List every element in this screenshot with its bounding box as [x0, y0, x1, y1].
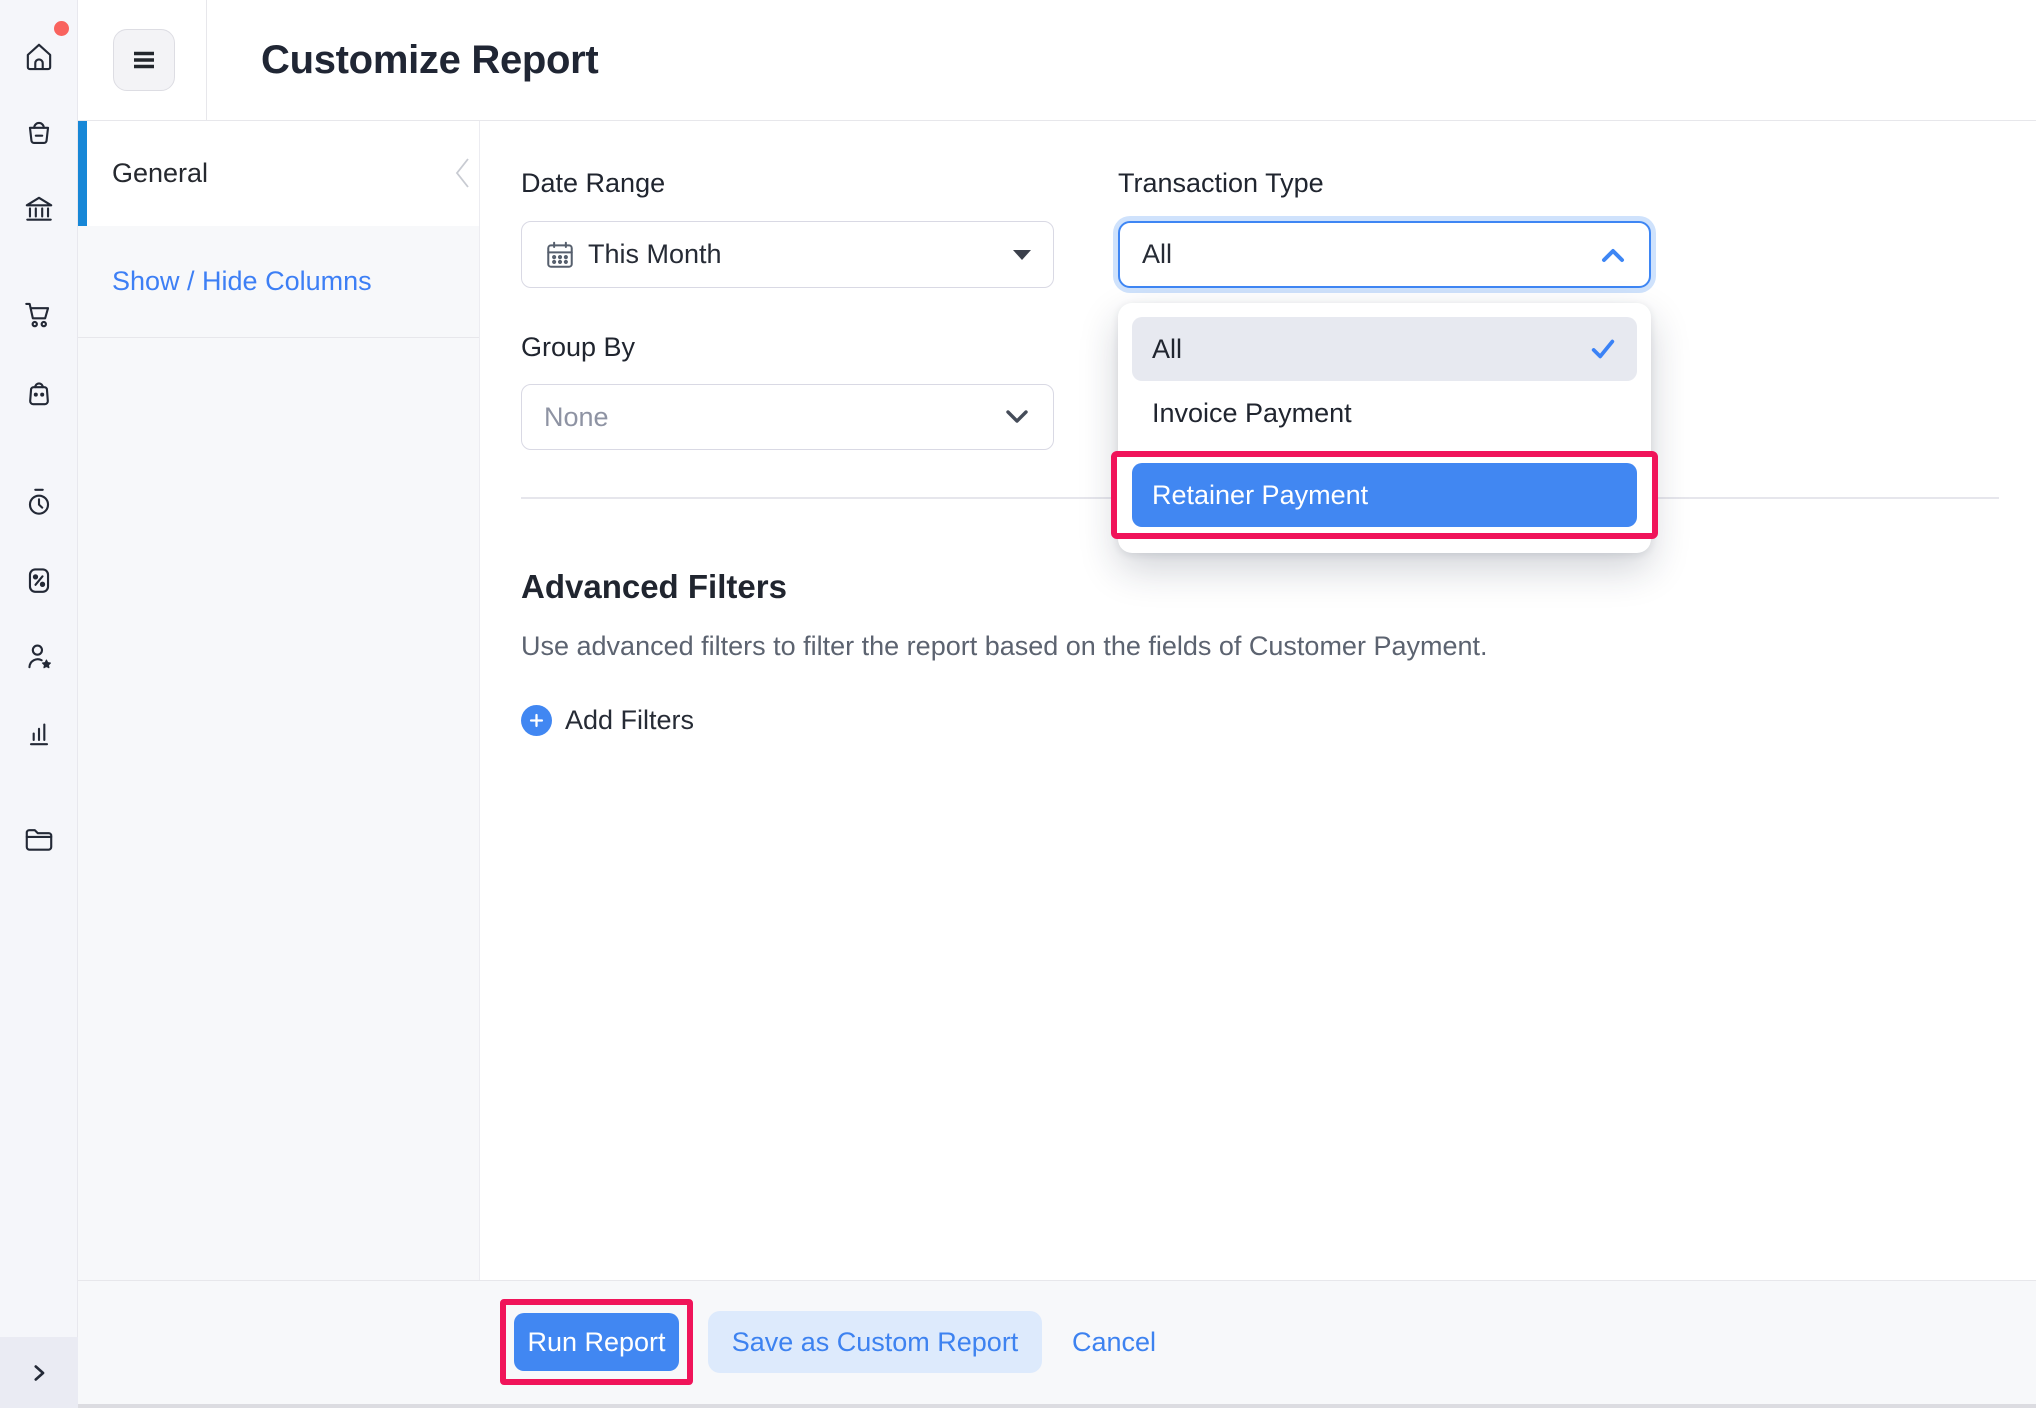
bar-chart-icon[interactable] [21, 714, 57, 750]
date-range-value: This Month [588, 239, 1013, 270]
check-icon [1589, 337, 1617, 361]
date-range-label: Date Range [521, 168, 665, 199]
transaction-type-dropdown-menu: All Invoice Payment Retainer Payment [1118, 303, 1651, 553]
add-filters-label: Add Filters [565, 705, 694, 736]
chevron-down-icon [1003, 407, 1031, 427]
timer-icon[interactable] [21, 484, 57, 520]
option-all[interactable]: All [1132, 317, 1637, 381]
shopping-bag-icon[interactable] [21, 375, 57, 411]
annotation-box-retainer-payment: Retainer Payment [1111, 451, 1658, 539]
caret-down-icon [1013, 250, 1031, 260]
page-header: Customize Report [78, 0, 2036, 121]
bank-icon[interactable] [21, 191, 57, 227]
transaction-type-value: All [1142, 239, 1599, 270]
tab-show-hide-label: Show / Hide Columns [112, 266, 372, 297]
option-invoice-payment[interactable]: Invoice Payment [1132, 381, 1637, 445]
transaction-type-select[interactable]: All [1118, 221, 1651, 288]
cart-icon[interactable] [21, 296, 57, 332]
group-by-label: Group By [521, 332, 635, 363]
save-as-custom-report-button[interactable]: Save as Custom Report [708, 1311, 1042, 1373]
chevron-up-icon [1599, 245, 1627, 265]
customer-star-icon[interactable] [21, 638, 57, 674]
home-icon[interactable] [21, 39, 57, 75]
app-sidebar [0, 0, 78, 1408]
hamburger-menu-button[interactable] [113, 29, 175, 91]
option-invoice-payment-label: Invoice Payment [1152, 398, 1617, 429]
footer-action-bar: Run Report Save as Custom Report Cancel [78, 1280, 2036, 1408]
group-by-select[interactable]: None [521, 384, 1054, 450]
date-range-select[interactable]: This Month [521, 221, 1054, 288]
option-retainer-payment-label: Retainer Payment [1152, 480, 1617, 511]
basket-icon[interactable] [21, 114, 57, 150]
tab-general[interactable]: General [78, 121, 479, 226]
hamburger-icon [128, 44, 160, 76]
calendar-icon [544, 239, 588, 271]
group-by-value: None [544, 402, 1003, 433]
header-divider [206, 0, 207, 120]
folder-icon[interactable] [21, 821, 57, 857]
option-all-label: All [1152, 334, 1589, 365]
plus-circle-icon [521, 705, 552, 736]
notification-dot [54, 21, 69, 36]
page-title: Customize Report [261, 0, 598, 121]
percent-icon[interactable] [21, 561, 57, 597]
option-retainer-payment[interactable]: Retainer Payment [1132, 463, 1637, 527]
panel-collapse-button[interactable] [451, 155, 473, 196]
active-tab-accent [78, 121, 87, 226]
transaction-type-label: Transaction Type [1118, 168, 1324, 199]
annotation-box-run-report: Run Report [500, 1299, 693, 1385]
tab-show-hide-columns[interactable]: Show / Hide Columns [78, 226, 479, 338]
customize-tabs-panel: General Show / Hide Columns [78, 121, 480, 1280]
tab-general-label: General [112, 158, 208, 189]
cancel-button[interactable]: Cancel [1072, 1311, 1156, 1373]
chevron-right-icon [26, 1360, 52, 1386]
advanced-filters-title: Advanced Filters [521, 568, 787, 606]
advanced-filters-description: Use advanced filters to filter the repor… [521, 631, 1488, 662]
add-filters-button[interactable]: Add Filters [521, 705, 694, 736]
sidebar-expand-button[interactable] [0, 1337, 78, 1408]
chevron-left-icon [451, 155, 473, 191]
run-report-button[interactable]: Run Report [514, 1313, 679, 1371]
